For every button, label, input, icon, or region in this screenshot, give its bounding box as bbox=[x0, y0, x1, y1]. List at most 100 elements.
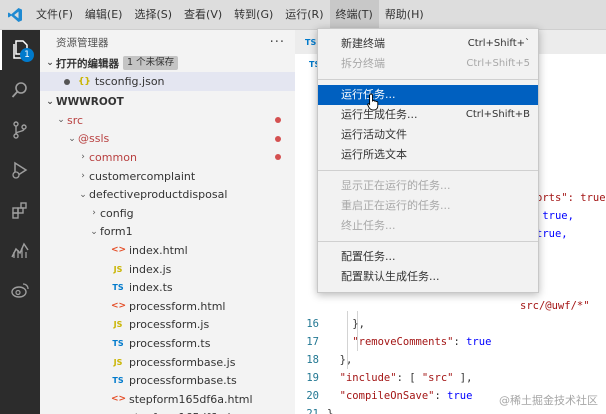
unsaved-dot-icon bbox=[64, 78, 70, 85]
tree-item-label: defectiveproductdisposal bbox=[89, 188, 228, 202]
terminal-menu-item[interactable]: 配置默认生成任务... bbox=[318, 267, 538, 287]
folder-item[interactable]: ⌄ @ssls bbox=[40, 130, 295, 149]
menu-item-label: 运行所选文本 bbox=[341, 148, 407, 161]
chevron-down-icon: ⌄ bbox=[68, 133, 76, 144]
menu-item-label: 新建终端 bbox=[341, 37, 385, 50]
code-line: 21} bbox=[295, 405, 333, 414]
ts-file-icon: TS bbox=[112, 376, 124, 386]
tree-item-label: config bbox=[100, 206, 134, 220]
weibo-icon bbox=[11, 283, 29, 298]
folder-item[interactable]: ⌄ defectiveproductdisposal bbox=[40, 185, 295, 204]
terminal-menu-item[interactable]: 新建终端 Ctrl+Shift+` bbox=[318, 34, 538, 54]
workspace-section[interactable]: ⌄ WWWROOT bbox=[40, 93, 295, 111]
open-editors-section[interactable]: ⌄ 打开的编辑器 1 个未保存 bbox=[40, 54, 295, 72]
code-line: 18 }, bbox=[295, 351, 352, 369]
file-item[interactable]: <> stepform165df6a.html bbox=[40, 390, 295, 409]
explorer-badge: 1 bbox=[20, 48, 34, 62]
source-control-activity[interactable] bbox=[0, 110, 40, 150]
file-item[interactable]: JS processformbase.js bbox=[40, 353, 295, 372]
terminal-menu-dropdown: 新建终端 Ctrl+Shift+` 拆分终端 Ctrl+Shift+5 运行任务... 运… bbox=[317, 28, 539, 293]
terminal-menu-item: 显示正在运行的任务... bbox=[318, 176, 538, 196]
tree-item-label: index.js bbox=[129, 262, 172, 276]
code-token: }, bbox=[352, 318, 365, 330]
search-activity[interactable] bbox=[0, 70, 40, 110]
code-line-fragment: src/@uwf/*" bbox=[520, 300, 590, 312]
terminal-menu-item: 重启正在运行的任务... bbox=[318, 196, 538, 216]
file-item[interactable]: JSstepform165df6a.js bbox=[40, 409, 295, 414]
file-item[interactable]: JS index.js bbox=[40, 260, 295, 279]
ts-file-icon: TS bbox=[112, 338, 124, 348]
folder-item[interactable]: › config bbox=[40, 204, 295, 223]
menu-item-label: 显示正在运行的任务... bbox=[341, 179, 451, 192]
js-file-icon: JS bbox=[113, 320, 123, 330]
vscode-logo-icon bbox=[0, 0, 30, 30]
run-debug-activity[interactable] bbox=[0, 150, 40, 190]
explorer-activity[interactable]: 1 bbox=[0, 30, 40, 70]
file-item[interactable]: JS processform.js bbox=[40, 316, 295, 335]
unsaved-badge: 1 个未保存 bbox=[123, 56, 179, 70]
workspace-label: WWWROOT bbox=[56, 96, 124, 108]
menu-item-shortcut: Ctrl+Shift+` bbox=[467, 38, 530, 49]
extensions-activity[interactable] bbox=[0, 190, 40, 230]
tree-item-label: common bbox=[89, 150, 137, 164]
folder-item[interactable]: ⌄ src bbox=[40, 111, 295, 130]
more-actions-icon[interactable]: ··· bbox=[270, 35, 285, 50]
explorer-sidebar: 资源管理器 ··· ⌄ 打开的编辑器 1 个未保存 {} tsconfig.js… bbox=[40, 30, 295, 414]
file-item[interactable]: <> processform.html bbox=[40, 297, 295, 316]
chart-icon bbox=[11, 242, 29, 258]
menu-item[interactable]: 帮助(H) bbox=[379, 0, 430, 30]
menu-bar: 文件(F) 编辑(E) 选择(S) 查看(V) 转到(G) 运行(R) 终端(T) 帮助(H) bbox=[30, 0, 430, 30]
menu-item[interactable]: 终端(T) bbox=[329, 0, 379, 30]
chevron-right-icon: › bbox=[92, 208, 96, 219]
terminal-menu-item[interactable]: 运行所选文本 bbox=[318, 145, 538, 165]
file-item[interactable]: TS processform.ts bbox=[40, 334, 295, 353]
explorer-title: 资源管理器 bbox=[56, 36, 109, 49]
code-line-fragment: true, bbox=[536, 210, 574, 222]
chevron-down-icon: ⌄ bbox=[46, 58, 54, 68]
ts-file-icon[interactable]: TS bbox=[305, 38, 316, 47]
modified-dot-icon bbox=[275, 135, 281, 142]
chart-activity[interactable] bbox=[0, 230, 40, 270]
tree-item-label: index.html bbox=[129, 243, 188, 257]
modified-dot-icon bbox=[275, 154, 281, 161]
code-token: "removeComments" bbox=[352, 336, 454, 348]
menu-separator bbox=[318, 170, 538, 171]
open-editor-item[interactable]: {} tsconfig.json bbox=[40, 72, 295, 91]
terminal-menu-item[interactable]: 运行活动文件 bbox=[318, 125, 538, 145]
open-editor-filename: tsconfig.json bbox=[94, 75, 165, 88]
file-tree: ⌄ src ⌄ @ssls › common › customercomplaint ⌄ defe… bbox=[40, 111, 295, 414]
tree-item-label: processform.html bbox=[129, 299, 226, 313]
line-number: 16 bbox=[306, 318, 319, 330]
folder-item[interactable]: › common bbox=[40, 148, 295, 167]
chevron-down-icon: ⌄ bbox=[57, 115, 65, 126]
weibo-activity[interactable] bbox=[0, 270, 40, 310]
folder-item[interactable]: › customercomplaint bbox=[40, 167, 295, 186]
file-item[interactable]: <> index.html bbox=[40, 241, 295, 260]
file-item[interactable]: TS index.ts bbox=[40, 278, 295, 297]
terminal-menu-item[interactable]: 运行任务... bbox=[318, 85, 538, 105]
chevron-down-icon: ⌄ bbox=[90, 226, 98, 237]
terminal-menu-item[interactable]: 配置任务... bbox=[318, 247, 538, 267]
activity-bar: 1 bbox=[0, 30, 40, 414]
code-token: "compileOnSave" bbox=[339, 390, 435, 402]
menu-item[interactable]: 选择(S) bbox=[128, 0, 178, 30]
tree-item-label: customercomplaint bbox=[89, 169, 196, 183]
menu-item[interactable]: 文件(F) bbox=[30, 0, 79, 30]
json-file-icon: {} bbox=[78, 76, 91, 87]
menu-item[interactable]: 运行(R) bbox=[279, 0, 329, 30]
menu-separator bbox=[318, 241, 538, 242]
menu-item[interactable]: 编辑(E) bbox=[79, 0, 129, 30]
code-token: } bbox=[327, 408, 334, 414]
tree-item-label: form1 bbox=[100, 225, 133, 239]
code-line: 16 }, bbox=[295, 315, 365, 333]
menu-item[interactable]: 转到(G) bbox=[228, 0, 279, 30]
file-item[interactable]: TS processformbase.ts bbox=[40, 371, 295, 390]
menu-item-label: 配置任务... bbox=[341, 250, 396, 263]
folder-item[interactable]: ⌄ form1 bbox=[40, 223, 295, 242]
terminal-menu-item: 终止任务... bbox=[318, 216, 538, 236]
code-line: 19 "include": [ "src" ], bbox=[295, 369, 472, 387]
menu-item[interactable]: 查看(V) bbox=[178, 0, 228, 30]
terminal-menu-item[interactable]: 运行生成任务... Ctrl+Shift+B bbox=[318, 105, 538, 125]
